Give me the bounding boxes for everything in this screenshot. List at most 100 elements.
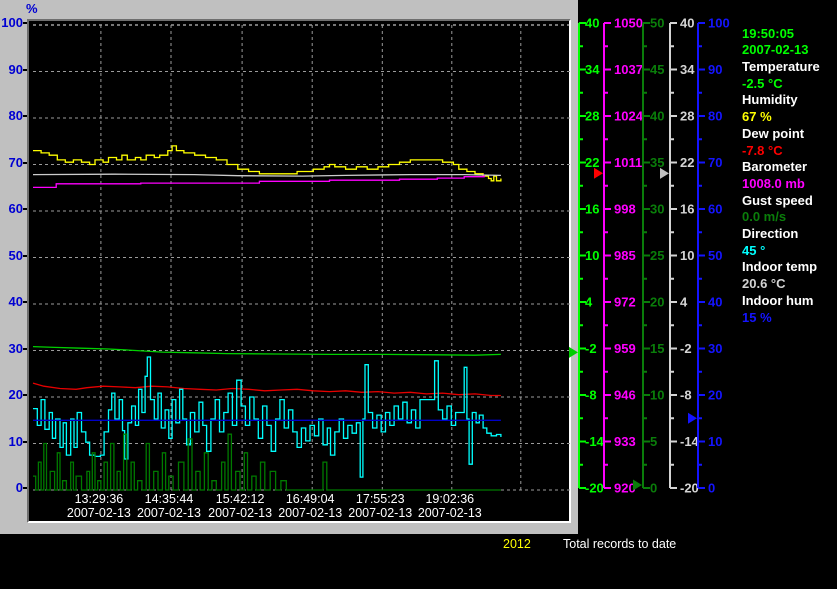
- reading-label-indoor-hum: Indoor hum: [742, 292, 814, 308]
- clock-time: 19:50:05: [742, 26, 795, 41]
- trace-direction: [33, 356, 502, 478]
- indoor-temp-scale-label: -2: [680, 341, 692, 356]
- reading-label-direction: Direction: [742, 226, 799, 241]
- reading-value-indoor-temp: 20.6 °C: [742, 276, 786, 292]
- humidity-scale-label: 0: [708, 481, 715, 496]
- outdoor-temp-scale-label: -8: [585, 388, 597, 403]
- outdoor-temp-scale-label: 34: [585, 62, 600, 77]
- wind-speed-scale-label: 0: [650, 481, 657, 496]
- left-axis-tick-label: 80: [8, 108, 23, 123]
- humidity-scale-label: 40: [708, 295, 722, 310]
- reading-value-dew-point: -7.8 °C: [742, 142, 783, 158]
- left-axis-tick-label: 0: [15, 480, 23, 495]
- wind-speed-scale-label: 35: [650, 155, 664, 170]
- humidity-scale-label: 10: [708, 434, 722, 449]
- barometer-scale-label: 933: [614, 434, 636, 449]
- left-axis-tick-label: 100: [1, 15, 23, 30]
- left-axis-tick-label: 10: [8, 433, 23, 449]
- outdoor-temp-scale-label: 10: [585, 248, 599, 263]
- outdoor-temp-scale-label: 28: [585, 109, 599, 124]
- barometer-scale-marker-arrow: [594, 167, 603, 179]
- reading-label-gust-speed: Gust speed: [742, 192, 813, 208]
- humidity-scale-label: 70: [708, 155, 722, 170]
- chart-frame: 13:29:36 2007-02-13 14:35:44 2007-02-13 15:4…: [27, 19, 571, 523]
- wind-speed-scale-label: 50: [650, 16, 664, 31]
- humidity-scale-label: 100: [708, 16, 730, 31]
- indoor-temp-scale-label: 10: [680, 248, 694, 263]
- reading-label-humidity: Humidity: [742, 92, 798, 108]
- outdoor-temp-scale-label: 40: [585, 16, 599, 31]
- record-count-label: Total records to date: [563, 537, 677, 551]
- barometer-scale-label: 998: [614, 202, 636, 217]
- humidity-scale-label: 50: [708, 248, 722, 263]
- reading-label-temperature: Temperature: [742, 59, 820, 74]
- left-axis-tick-label: 40: [8, 294, 23, 309]
- indoor-temp-scale-label: 34: [680, 62, 695, 77]
- wind-speed-scale-label: 30: [650, 202, 664, 217]
- humidity-scale-marker-arrow: [688, 412, 697, 424]
- barometer-scale-label: 959: [614, 341, 636, 356]
- reading-value-indoor-hum: 15 %: [742, 309, 772, 325]
- trace-dew-point: [32, 382, 501, 397]
- wind-speed-scale-label: 20: [650, 295, 664, 310]
- wind-speed-scale-label: 5: [650, 434, 657, 449]
- indoor-temp-scale-label: 4: [680, 295, 688, 310]
- barometer-scale-label: 1024: [614, 109, 644, 124]
- indoor-temp-scale-label: -20: [680, 481, 699, 496]
- left-axis-tick-label: 20: [8, 387, 23, 402]
- barometer-scale-label: 946: [614, 388, 636, 403]
- left-axis-tick-label: 30: [8, 340, 23, 356]
- wind-speed-scale-label: 40: [650, 109, 664, 124]
- chart-plot[interactable]: [31, 23, 571, 519]
- left-axis-unit-label: %: [26, 1, 38, 16]
- record-count: 2012: [503, 537, 531, 551]
- left-axis-tick-label: 50: [8, 247, 23, 263]
- indoor-temp-scale-label: -8: [680, 388, 692, 403]
- reading-label-dew-point: Dew point: [742, 125, 805, 141]
- humidity-scale-label: 90: [708, 62, 722, 77]
- outdoor-temp-scale-label: 4: [585, 295, 593, 310]
- barometer-scale-label: 1050: [614, 16, 643, 31]
- reading-value-direction: 45 °: [742, 242, 766, 258]
- trace-gust-speed: [33, 433, 501, 491]
- outdoor-temp-scale-label: 16: [585, 202, 599, 217]
- outdoor-temp-scale-label: 22: [585, 155, 599, 170]
- reading-label-barometer: Barometer: [742, 159, 808, 175]
- reading-value-barometer: 1008.0 mb: [742, 175, 805, 191]
- humidity-scale-label: 60: [708, 202, 722, 217]
- left-axis-tick-label: 90: [8, 61, 23, 77]
- left-axis-tick-label: 70: [8, 154, 23, 170]
- wind-speed-scale-marker-arrow: [633, 479, 642, 491]
- reading-value-humidity: 67 %: [742, 109, 772, 125]
- barometer-scale-label: 985: [614, 248, 636, 263]
- indoor-temp-scale-label: 22: [680, 155, 694, 170]
- x-axis-time: 19:02:36: [425, 492, 475, 506]
- humidity-scale-label: 20: [708, 388, 722, 403]
- barometer-scale-label: 972: [614, 295, 636, 310]
- reading-label-indoor-temp: Indoor temp: [742, 259, 818, 275]
- barometer-scale-label: 1011: [614, 155, 642, 170]
- reading-value-gust-speed: 0.0 m/s: [742, 209, 787, 225]
- clock-date: 2007-02-13: [742, 42, 809, 57]
- indoor-temp-scale-label: 28: [680, 109, 694, 124]
- outdoor-temp-scale-label: -20: [585, 481, 604, 496]
- humidity-scale-label: 80: [708, 109, 722, 124]
- trace-indoor-temp: [32, 173, 501, 177]
- x-axis-date: 2007-02-13: [417, 506, 482, 520]
- left-axis-tick-label: 60: [8, 201, 23, 216]
- weather-display-window: % 100 90 80 70 60 50 40 30 20 10 0 13:29:36 2007-02…: [0, 0, 837, 589]
- barometer-scale-label: 920: [614, 481, 636, 496]
- indoor-temp-scale-label: 16: [680, 202, 694, 217]
- indoor-temp-scale-label: 40: [680, 16, 694, 31]
- wind-speed-scale-label: 25: [650, 248, 664, 263]
- wind-speed-scale-label: 15: [650, 341, 664, 356]
- outdoor-temp-scale-label: -14: [585, 434, 605, 449]
- reading-value-temperature: -2.5 °C: [742, 75, 783, 91]
- wind-speed-scale-label: 45: [650, 62, 664, 77]
- indoor-temp-scale-marker-arrow: [660, 167, 669, 179]
- outdoor-temp-scale-label: -2: [585, 341, 597, 356]
- wind-speed-scale-label: 10: [650, 388, 664, 403]
- indoor-temp-scale-label: -14: [680, 434, 700, 449]
- barometer-scale-label: 1037: [614, 62, 643, 77]
- humidity-scale-label: 30: [708, 341, 722, 356]
